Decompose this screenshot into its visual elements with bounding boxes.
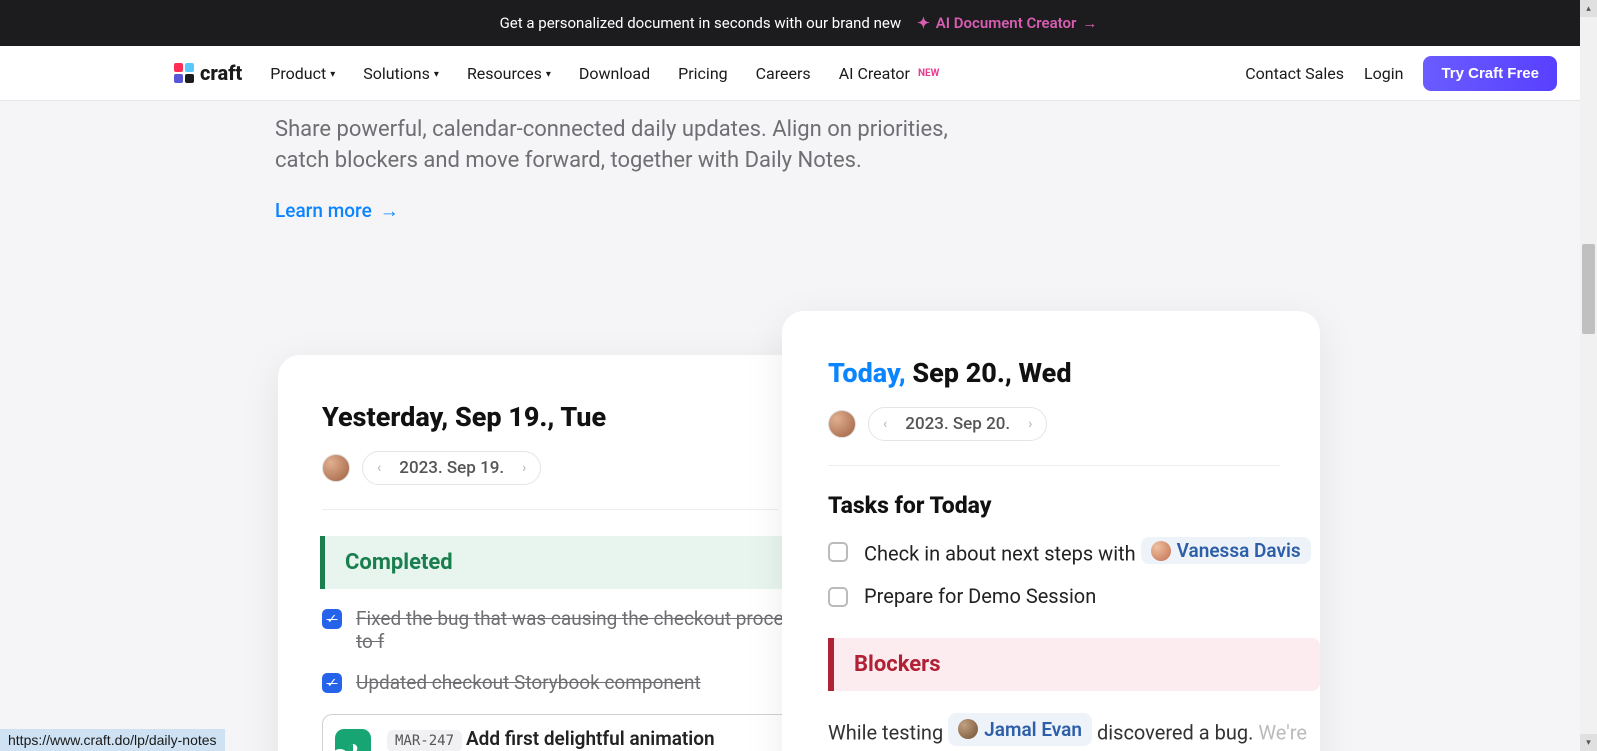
issue-tag: MAR-247: [387, 730, 462, 751]
completed-task: ✓ Updated checkout Storybook component: [322, 671, 818, 694]
nav-resources[interactable]: Resources ▾: [467, 64, 551, 83]
yesterday-date-row: ‹ 2023. Sep 19. ›: [322, 451, 778, 510]
date-picker[interactable]: ‹ 2023. Sep 20. ›: [868, 407, 1047, 441]
chevron-left-icon[interactable]: ‹: [377, 460, 381, 476]
nav-label: Resources: [467, 64, 542, 83]
avatar: [828, 410, 856, 438]
chevron-right-icon[interactable]: ›: [522, 460, 526, 476]
nav-label: Download: [579, 64, 650, 83]
site-header: craft Product ▾ Solutions ▾ Resources ▾ …: [0, 46, 1597, 101]
date-picker-label: 2023. Sep 20.: [905, 414, 1010, 434]
brand-logo[interactable]: craft: [174, 61, 242, 85]
today-date-row: ‹ 2023. Sep 20. ›: [828, 407, 1280, 466]
scroll-thumb[interactable]: [1582, 244, 1595, 334]
mention-label: Vanessa Davis: [1177, 539, 1301, 562]
task-text: Prepare for Demo Session: [864, 584, 1096, 608]
nav-label: Careers: [756, 64, 811, 83]
scroll-down-icon[interactable]: ▾: [1580, 734, 1597, 751]
blockers-section-header: Blockers: [828, 638, 1320, 691]
yesterday-heading: Yesterday, Sep 19., Tue: [322, 401, 818, 433]
nav-careers[interactable]: Careers: [756, 64, 811, 83]
nav-label: Pricing: [678, 64, 728, 83]
blockers-text-part: While testing: [828, 720, 948, 744]
chevron-down-icon: ▾: [434, 69, 439, 80]
chevron-left-icon[interactable]: ‹: [883, 416, 887, 432]
nav-product[interactable]: Product ▾: [270, 64, 335, 83]
learn-more-label: Learn more: [275, 199, 372, 222]
login-link[interactable]: Login: [1364, 64, 1403, 83]
nav-ai-creator[interactable]: AI Creator NEW: [839, 64, 940, 83]
date-picker[interactable]: ‹ 2023. Sep 19. ›: [362, 451, 541, 485]
announcement-link-label: AI Document Creator: [936, 14, 1077, 32]
checkbox-icon[interactable]: [828, 542, 848, 562]
integration-icon: ◑: [335, 729, 371, 751]
header-actions: Contact Sales Login Try Craft Free: [1245, 56, 1557, 91]
nav-pricing[interactable]: Pricing: [678, 64, 728, 83]
sparkle-icon: ✦: [917, 14, 930, 32]
checkbox-icon[interactable]: ✓: [322, 673, 342, 693]
checkbox-icon[interactable]: ✓: [322, 609, 342, 629]
brand-name: craft: [200, 61, 242, 85]
today-heading-rest: Sep 20., Wed: [906, 357, 1072, 389]
vertical-scrollbar[interactable]: ▴ ▾: [1580, 0, 1597, 751]
linked-issue-card[interactable]: ◑ ◐ MAR-247 Add first delightful animati…: [322, 714, 816, 751]
today-task: Check in about next steps with Vanessa D…: [828, 537, 1320, 566]
today-card: Today, Sep 20., Wed ‹ 2023. Sep 20. › Ta…: [782, 311, 1320, 751]
issue-title: Add first delightful animation: [466, 727, 715, 750]
blockers-text-part: discovered a bug.: [1097, 720, 1258, 744]
new-badge: NEW: [918, 68, 939, 79]
completed-section-header: Completed: [320, 536, 816, 589]
main-content: Share powerful, calendar-connected daily…: [0, 101, 1597, 751]
date-picker-label: 2023. Sep 19.: [399, 458, 504, 478]
status-bar-url: https://www.craft.do/lp/daily-notes: [0, 729, 225, 751]
contact-sales-link[interactable]: Contact Sales: [1245, 64, 1344, 83]
intro-text: Share powerful, calendar-connected daily…: [275, 115, 975, 177]
learn-more-link[interactable]: Learn more →: [275, 199, 1597, 223]
completed-task: ✓ Fixed the bug that was causing the che…: [322, 607, 818, 653]
mention-label: Jamal Evan: [984, 715, 1082, 744]
mention-jamal[interactable]: Jamal Evan: [948, 713, 1092, 746]
logo-icon: [174, 63, 194, 83]
nav-label: AI Creator: [839, 64, 910, 83]
scroll-up-icon[interactable]: ▴: [1580, 0, 1597, 17]
avatar: [322, 454, 350, 482]
task-text: Updated checkout Storybook component: [356, 671, 701, 694]
nav-download[interactable]: Download: [579, 64, 650, 83]
announcement-bar: Get a personalized document in seconds w…: [0, 0, 1597, 46]
checkbox-icon[interactable]: [828, 587, 848, 607]
nav-solutions[interactable]: Solutions ▾: [363, 64, 439, 83]
arrow-right-icon: →: [380, 199, 399, 223]
nav-label: Solutions: [363, 64, 430, 83]
tasks-for-today-title: Tasks for Today: [828, 492, 1320, 519]
chevron-down-icon: ▾: [546, 69, 551, 80]
blockers-body: While testing Jamal Evan discovered a bu…: [828, 713, 1320, 751]
today-task: Prepare for Demo Session: [828, 584, 1320, 608]
nav-label: Product: [270, 64, 326, 83]
try-free-button[interactable]: Try Craft Free: [1423, 56, 1557, 91]
task-text: Fixed the bug that was causing the check…: [356, 607, 818, 653]
today-accent: Today,: [828, 357, 906, 389]
announcement-link[interactable]: ✦ AI Document Creator →: [917, 14, 1097, 32]
avatar-icon: [958, 719, 978, 739]
task-text-part: Check in about next steps with: [864, 542, 1141, 566]
chevron-down-icon: ▾: [330, 69, 335, 80]
nav-links: Product ▾ Solutions ▾ Resources ▾ Downlo…: [270, 64, 939, 83]
arrow-right-icon: →: [1082, 14, 1097, 32]
yesterday-card: Yesterday, Sep 19., Tue ‹ 2023. Sep 19. …: [278, 355, 818, 751]
chevron-right-icon[interactable]: ›: [1028, 416, 1032, 432]
avatar-icon: [1151, 541, 1171, 561]
task-text: Check in about next steps with Vanessa D…: [864, 537, 1311, 566]
today-heading: Today, Sep 20., Wed: [828, 357, 1320, 389]
mention-vanessa[interactable]: Vanessa Davis: [1141, 537, 1311, 564]
announcement-text: Get a personalized document in seconds w…: [500, 14, 902, 32]
